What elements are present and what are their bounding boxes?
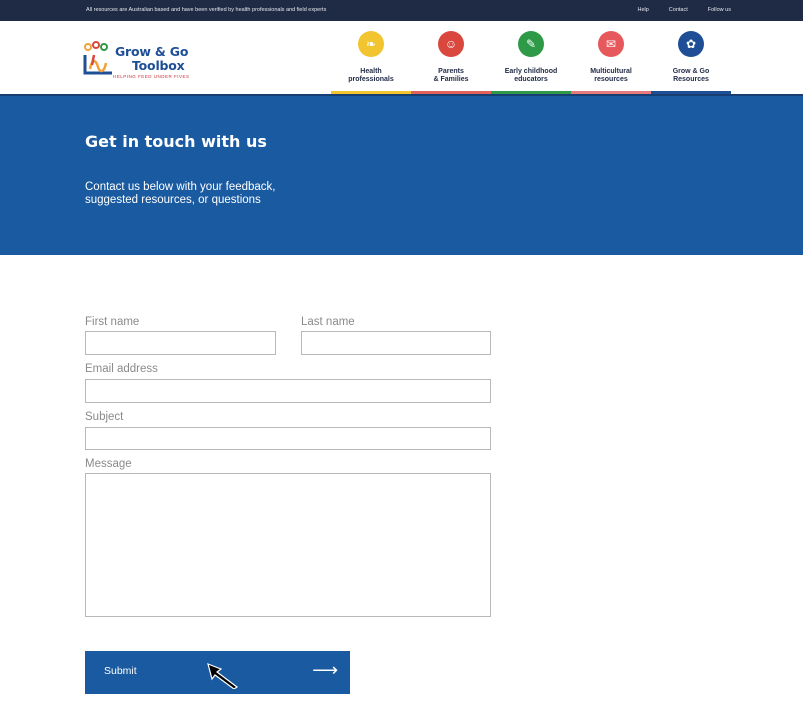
nav-item-label: Health professionals (331, 68, 411, 84)
page-title: Get in touch with us (85, 132, 267, 151)
nav-label-line2: Resources (673, 76, 709, 83)
site-logo[interactable]: Grow & Go Toolbox HELPING FEED UNDER FIV… (82, 41, 202, 81)
subject-label: Subject (85, 411, 124, 423)
contact-link[interactable]: Contact (669, 7, 688, 13)
follow-us-link[interactable]: Follow us (708, 7, 731, 13)
nav-label-line2: educators (514, 76, 548, 83)
email-label: Email address (85, 363, 158, 375)
message-label: Message (85, 458, 132, 470)
subject-field[interactable] (85, 427, 491, 450)
logo-mark-icon (83, 41, 112, 75)
nav-item-2[interactable]: ✎ Early childhood educators (491, 21, 571, 94)
hero-banner: Get in touch with us Contact us below wi… (0, 94, 803, 255)
top-links: Help Contact Follow us (617, 7, 731, 13)
submit-label: Submit (104, 665, 137, 677)
feather-icon: ✎ (518, 31, 544, 57)
message-field[interactable] (85, 473, 491, 617)
nav-label-line2: professionals (348, 76, 394, 83)
leaf-icon: ❧ (358, 31, 384, 57)
arrow-right-icon: ⟶ (312, 660, 338, 680)
nav-item-label: Parents & Families (411, 68, 491, 84)
mouse-pointer-icon (207, 663, 239, 689)
nav-item-0[interactable]: ❧ Health professionals (331, 21, 411, 94)
family-icon: ☺ (438, 31, 464, 57)
nav-item-label: Early childhood educators (491, 68, 571, 84)
logo-text-line2: Toolbox (132, 58, 185, 73)
first-name-label: First name (85, 316, 140, 328)
logo-text-line1: Grow & Go (115, 44, 189, 59)
top-bar: All resources are Australian based and h… (0, 0, 803, 21)
help-link[interactable]: Help (637, 7, 648, 13)
nav-label-line2: resources (594, 76, 628, 83)
nav-item-3[interactable]: ✉ Multicultural resources (571, 21, 651, 94)
nav-label-line2: & Families (433, 76, 469, 83)
page-subtitle: Contact us below with your feedback, sug… (85, 181, 276, 206)
verification-notice: All resources are Australian based and h… (86, 7, 327, 13)
main-nav: ❧ Health professionals ☺ Parents & Families ✎ E… (331, 21, 731, 94)
nav-label-line1: Health (360, 68, 382, 75)
nav-label-line1: Multicultural (590, 68, 632, 75)
nav-label-line1: Grow & Go (672, 68, 710, 75)
email-field[interactable] (85, 379, 491, 403)
logo-tagline: HELPING FEED UNDER FIVES (113, 74, 190, 79)
nav-item-1[interactable]: ☺ Parents & Families (411, 21, 491, 94)
speech-icon: ✉ (598, 31, 624, 57)
globe-icon: ✿ (678, 31, 704, 57)
nav-label-line1: Parents (438, 68, 464, 75)
last-name-field[interactable] (301, 331, 491, 355)
first-name-field[interactable] (85, 331, 276, 355)
nav-item-label: Grow & Go Resources (651, 68, 731, 84)
nav-item-label: Multicultural resources (571, 68, 651, 84)
nav-label-line1: Early childhood (504, 68, 558, 75)
nav-item-4[interactable]: ✿ Grow & Go Resources (651, 21, 731, 94)
site-header: Grow & Go Toolbox HELPING FEED UNDER FIV… (0, 21, 803, 94)
last-name-label: Last name (301, 316, 355, 328)
